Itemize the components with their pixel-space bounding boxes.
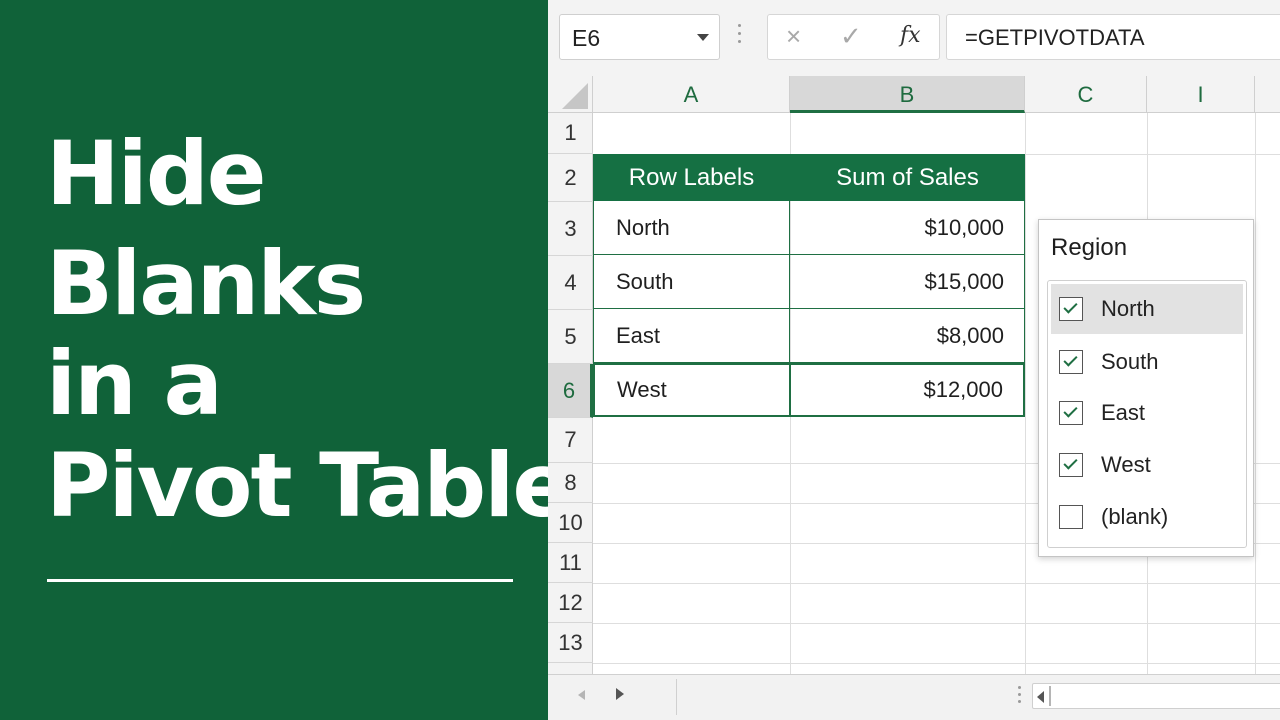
title-line-4: Pivot Table bbox=[46, 434, 572, 537]
checkbox-checked-icon[interactable] bbox=[1059, 453, 1083, 477]
region-filter-panel: Region North South East West (blank) bbox=[1038, 219, 1254, 557]
row-header[interactable]: 3 bbox=[548, 202, 593, 256]
row-header[interactable]: 1 bbox=[548, 113, 593, 154]
pivot-row-label[interactable]: South bbox=[593, 255, 790, 309]
drag-handle-icon[interactable] bbox=[1018, 686, 1022, 708]
column-header-c[interactable]: C bbox=[1025, 76, 1147, 113]
row-header[interactable]: 7 bbox=[548, 418, 593, 463]
pivot-header-sum-of-sales[interactable]: Sum of Sales bbox=[790, 154, 1025, 201]
row-header[interactable]: 4 bbox=[548, 256, 593, 310]
sheet-status-bar bbox=[548, 674, 1280, 720]
pivot-row-label[interactable]: East bbox=[593, 309, 790, 363]
gridline bbox=[1255, 113, 1256, 674]
checkbox-checked-icon[interactable] bbox=[1059, 350, 1083, 374]
row-headers: 1 2 3 4 5 6 7 8 10 11 12 13 bbox=[548, 113, 593, 674]
formula-buttons: × ✓ fx bbox=[767, 14, 940, 60]
row-header[interactable]: 8 bbox=[548, 463, 593, 503]
cell-grid: A B C I 1 2 3 4 5 6 7 8 10 11 12 13 Row … bbox=[548, 76, 1280, 674]
name-box[interactable]: E6 bbox=[559, 14, 720, 60]
filter-item-west[interactable]: West bbox=[1051, 440, 1243, 490]
filter-item-east[interactable]: East bbox=[1051, 388, 1243, 438]
title-line-1: Hide bbox=[46, 122, 266, 225]
drag-handle-icon[interactable] bbox=[738, 24, 742, 50]
checkbox-checked-icon[interactable] bbox=[1059, 401, 1083, 425]
filter-list: North South East West (blank) bbox=[1047, 280, 1247, 548]
column-header-a[interactable]: A bbox=[593, 76, 790, 113]
title-line-3: in a bbox=[46, 332, 223, 435]
spreadsheet: E6 × ✓ fx =GETPIVOTDATA A B C I 1 2 3 4 … bbox=[548, 0, 1280, 720]
column-header-i[interactable]: I bbox=[1147, 76, 1255, 113]
name-box-value: E6 bbox=[572, 25, 601, 51]
row-header[interactable]: 13 bbox=[548, 623, 593, 663]
row-header[interactable]: 11 bbox=[548, 543, 593, 583]
close-icon[interactable]: × bbox=[786, 23, 801, 49]
sheet-nav-right-icon[interactable] bbox=[616, 688, 624, 700]
filter-item-south[interactable]: South bbox=[1051, 337, 1243, 387]
divider bbox=[676, 679, 677, 715]
gridline bbox=[593, 623, 1280, 624]
function-icon[interactable]: fx bbox=[900, 25, 921, 47]
horizontal-scrollbar[interactable] bbox=[1032, 683, 1280, 709]
formula-bar: E6 × ✓ fx =GETPIVOTDATA bbox=[548, 0, 1280, 76]
formula-input[interactable]: =GETPIVOTDATA bbox=[946, 14, 1280, 60]
pivot-row-label[interactable]: North bbox=[593, 201, 790, 255]
scroll-thumb[interactable] bbox=[1049, 686, 1051, 706]
title-underline bbox=[47, 579, 513, 582]
select-all-button[interactable] bbox=[548, 76, 593, 113]
filter-item-label: West bbox=[1101, 452, 1151, 477]
row-header[interactable]: 10 bbox=[548, 503, 593, 543]
filter-item-label: (blank) bbox=[1101, 504, 1169, 529]
filter-item-label: East bbox=[1101, 400, 1146, 425]
row-header[interactable]: 12 bbox=[548, 583, 593, 623]
pivot-row-value[interactable]: $8,000 bbox=[790, 309, 1025, 363]
filter-item-north[interactable]: North bbox=[1051, 284, 1243, 334]
check-icon[interactable]: ✓ bbox=[840, 23, 862, 49]
checkbox-unchecked-icon[interactable] bbox=[1059, 505, 1083, 529]
row-header[interactable]: 5 bbox=[548, 310, 593, 364]
column-headers: A B C I bbox=[548, 76, 1280, 113]
row-header[interactable]: 2 bbox=[548, 154, 593, 202]
sheet-nav-left-icon[interactable] bbox=[578, 690, 585, 700]
gridline bbox=[593, 663, 1280, 664]
chevron-down-icon[interactable] bbox=[697, 34, 709, 41]
scroll-left-icon[interactable] bbox=[1037, 691, 1044, 703]
filter-item-blank[interactable]: (blank) bbox=[1051, 492, 1243, 542]
gridline bbox=[593, 583, 1280, 584]
pivot-header-row-labels[interactable]: Row Labels bbox=[593, 154, 790, 201]
filter-item-label: North bbox=[1101, 296, 1155, 321]
pivot-row-value[interactable]: $15,000 bbox=[790, 255, 1025, 309]
pivot-row-label[interactable]: West bbox=[593, 363, 791, 417]
filter-item-label: South bbox=[1101, 349, 1159, 374]
row-header-selected[interactable]: 6 bbox=[548, 364, 593, 418]
title-line-2: Blanks bbox=[46, 232, 366, 335]
title-panel: Hide Blanks in a Pivot Table bbox=[0, 0, 572, 720]
filter-title: Region bbox=[1051, 234, 1128, 261]
pivot-row-value[interactable]: $10,000 bbox=[790, 201, 1025, 255]
column-header-b[interactable]: B bbox=[790, 76, 1025, 113]
gridline bbox=[1025, 113, 1026, 674]
pivot-row-value[interactable]: $12,000 bbox=[789, 363, 1025, 417]
checkbox-checked-icon[interactable] bbox=[1059, 297, 1083, 321]
